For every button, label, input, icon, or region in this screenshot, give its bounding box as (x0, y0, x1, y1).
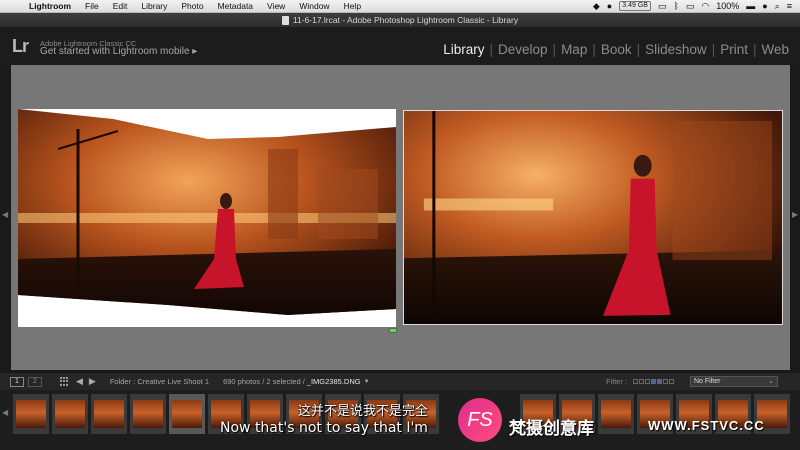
filter-flag-boxes[interactable] (633, 379, 674, 384)
filmstrip-thumbnail[interactable] (169, 394, 205, 434)
thumbnail-image (55, 400, 85, 428)
menu-library[interactable]: Library (134, 1, 174, 11)
module-header: Lr Adobe Lightroom Classic CC Get starte… (0, 27, 800, 65)
filmstrip-toolbar: 1 2 ◀ ▶ Folder : Creative Live Shoot 1 6… (0, 373, 800, 390)
status-area: ◆ ● 3.49 GB ▭ ᛒ ▭ ◠ 100% ▬ ● ⌕ ≡ (593, 0, 800, 13)
right-panel-toggle-icon[interactable]: ▶ (792, 210, 800, 222)
module-web[interactable]: Web (758, 42, 792, 57)
original-stage-photo[interactable] (403, 110, 783, 325)
merge-indicator-badge (389, 328, 397, 333)
lightroom-logo: Lr (12, 36, 29, 56)
filmstrip-thumbnail[interactable] (130, 394, 166, 434)
filter-preset-select[interactable]: No Filter ⌄ (690, 376, 778, 387)
forward-arrow-icon[interactable]: ▶ (89, 376, 96, 387)
back-arrow-icon[interactable]: ◀ (76, 376, 83, 387)
photo-count: 690 photos / 2 selected / (223, 377, 305, 386)
thumbnail-image (172, 400, 202, 428)
memory-badge[interactable]: 3.49 GB (619, 1, 651, 11)
wifi-icon[interactable]: ◠ (701, 0, 709, 13)
thumbnail-image (16, 400, 46, 428)
filmstrip-thumbnail[interactable] (52, 394, 88, 434)
watermark-logo: FS (458, 398, 502, 442)
menu-photo[interactable]: Photo (174, 1, 210, 11)
drive-icon[interactable]: ▭ (658, 0, 667, 13)
module-separator: | (592, 42, 596, 57)
grid-view-icon[interactable] (60, 377, 70, 386)
filmstrip-thumbnail[interactable] (598, 394, 634, 434)
filter-label: Filter : (606, 377, 627, 386)
document-icon (281, 15, 289, 25)
filmstrip-left-arrow-icon[interactable]: ◀ (2, 408, 8, 417)
notification-icon[interactable]: ≡ (787, 0, 792, 13)
record-icon[interactable]: ● (607, 0, 612, 13)
macos-menubar: Lightroom File Edit Library Photo Metada… (0, 0, 800, 13)
subtitle-english: Now that's not to say that I'm (220, 420, 428, 436)
module-separator: | (711, 42, 716, 57)
compare-view (11, 65, 790, 370)
module-separator: | (552, 42, 557, 57)
module-print[interactable]: Print (717, 42, 751, 57)
left-panel-toggle-icon[interactable]: ◀ (2, 210, 10, 222)
secondary-window-button[interactable]: 2 (28, 376, 42, 387)
menu-edit[interactable]: Edit (106, 1, 135, 11)
module-library[interactable]: Library (440, 42, 487, 57)
module-book[interactable]: Book (598, 42, 635, 57)
user-icon[interactable]: ● (762, 0, 767, 13)
stage-scene-original (404, 111, 782, 324)
battery-percent[interactable]: 100% (716, 0, 739, 13)
module-separator: | (752, 42, 757, 57)
menu-lightroom[interactable]: Lightroom (22, 1, 78, 11)
battery-icon[interactable]: ▬ (746, 0, 755, 13)
stage-scene-panorama (18, 109, 396, 315)
watermark-url: WWW.FSTVC.CC (648, 418, 765, 433)
window-title: 11-6-17.lrcat - Adobe Photoshop Lightroo… (292, 15, 519, 25)
menu-view[interactable]: View (260, 1, 292, 11)
mobile-promo-link[interactable]: Get started with Lightroom mobile ▸ (40, 46, 197, 57)
panorama-merge-photo[interactable] (18, 109, 396, 327)
module-picker: Library | Develop | Map | Book | Slidesh… (440, 42, 792, 57)
dropbox-icon[interactable]: ◆ (593, 0, 600, 13)
module-separator: | (489, 42, 494, 57)
filmstrip-thumbnail[interactable] (13, 394, 49, 434)
primary-window-button[interactable]: 1 (10, 376, 24, 387)
thumbnail-image (601, 400, 631, 428)
display-icon[interactable]: ▭ (686, 0, 695, 13)
current-filename[interactable]: _IMG2385.DNG (307, 377, 361, 386)
thumbnail-image (94, 400, 124, 428)
menu-help[interactable]: Help (337, 1, 368, 11)
menu-metadata[interactable]: Metadata (211, 1, 260, 11)
bluetooth-icon[interactable]: ᛒ (673, 0, 678, 13)
thumbnail-image (133, 400, 163, 428)
module-develop[interactable]: Develop (495, 42, 551, 57)
module-separator: | (636, 42, 641, 57)
module-map[interactable]: Map (558, 42, 590, 57)
menu-file[interactable]: File (78, 1, 106, 11)
filename-dropdown-icon[interactable]: ▼ (364, 379, 370, 385)
spotlight-icon[interactable]: ⌕ (775, 0, 780, 13)
subtitle-chinese: 这并不是说我不是完全 (298, 404, 429, 419)
window-titlebar: 11-6-17.lrcat - Adobe Photoshop Lightroo… (0, 13, 800, 27)
chevron-down-icon: ⌄ (768, 378, 774, 385)
filmstrip-thumbnail[interactable] (91, 394, 127, 434)
filter-preset-value: No Filter (694, 378, 721, 385)
watermark-text: 梵摄创意库 (509, 419, 594, 439)
menu-window[interactable]: Window (292, 1, 336, 11)
source-breadcrumb[interactable]: Folder : Creative Live Shoot 1 (110, 377, 209, 386)
module-slideshow[interactable]: Slideshow (642, 42, 710, 57)
